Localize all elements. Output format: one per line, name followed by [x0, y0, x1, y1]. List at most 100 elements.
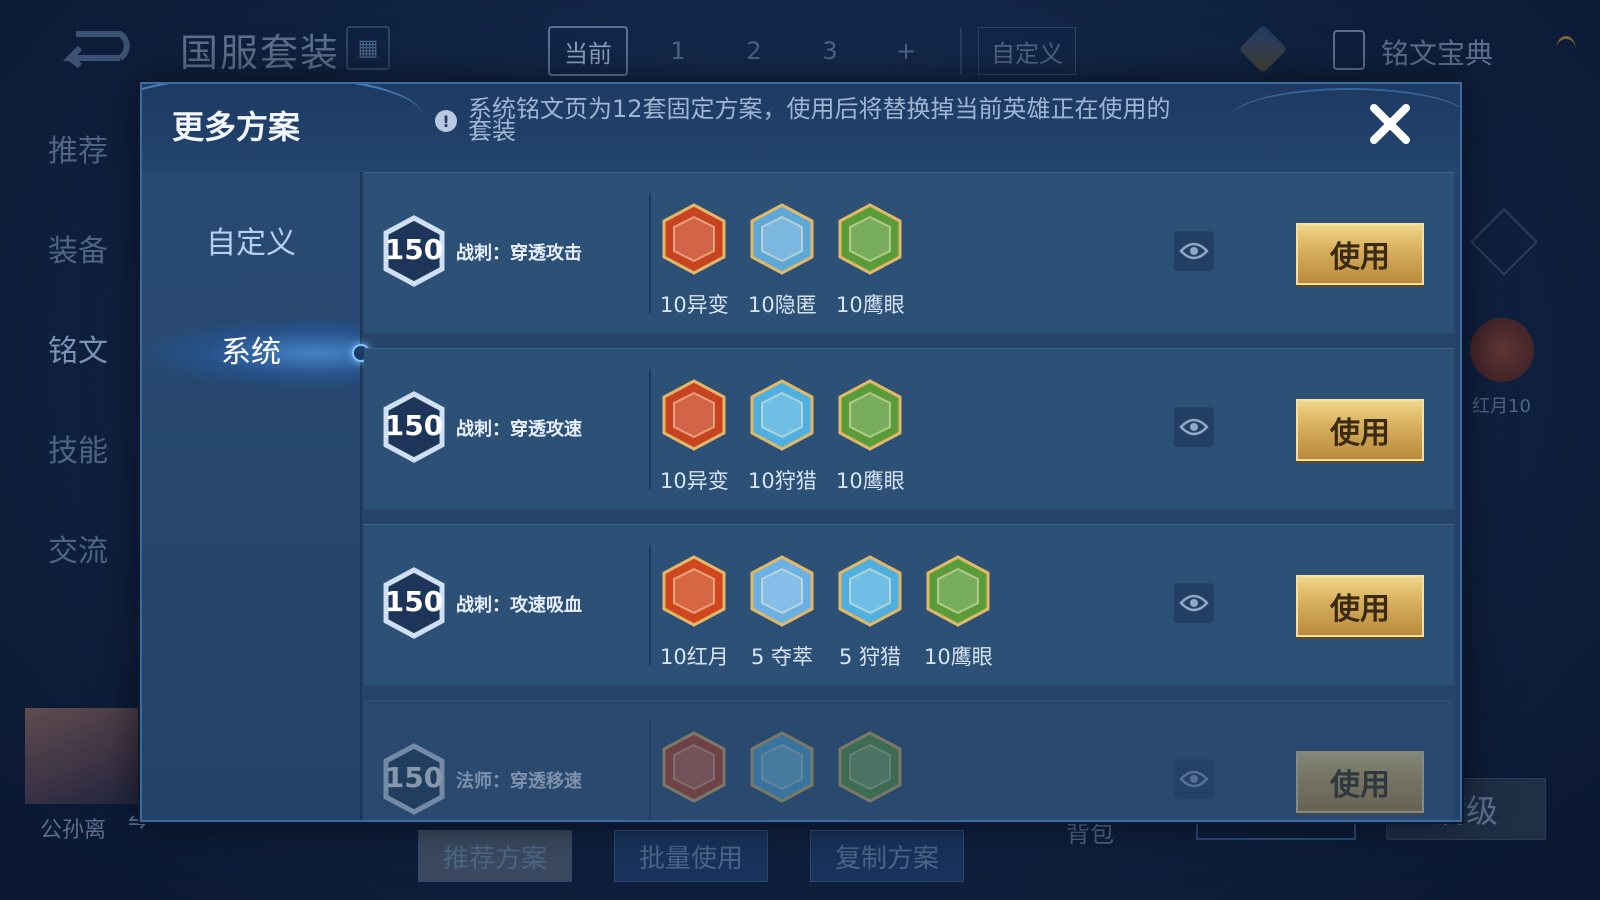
row-divider	[649, 369, 651, 489]
hero-portrait[interactable]	[25, 708, 145, 804]
rune-label: 10异变	[660, 293, 729, 317]
use-plan-button[interactable]: 使用	[1296, 751, 1424, 813]
plan-name: 法师：穿透移速	[456, 771, 582, 792]
rune-book-icon[interactable]	[1333, 30, 1365, 70]
side-nav-equipment[interactable]: 装备	[48, 232, 108, 332]
use-plan-button[interactable]: 使用	[1296, 575, 1424, 637]
tab-custom[interactable]: 自定义	[978, 27, 1076, 75]
right-rune-label: 红月10	[1472, 396, 1531, 417]
rune-shop-icon[interactable]	[1238, 24, 1288, 74]
info-icon: !	[435, 110, 457, 132]
rune-item[interactable]	[836, 731, 904, 817]
rune-gem-icon	[750, 731, 814, 803]
rune-page-tabs: 当前 1 2 3 + 自定义	[548, 26, 1076, 76]
rune-label: 5 狩猎	[838, 645, 902, 669]
level-number: 150	[384, 233, 444, 266]
rune-gem-icon	[662, 203, 726, 275]
rune-gem-icon	[838, 203, 902, 275]
nav-system[interactable]: 系统	[142, 318, 360, 388]
rune-gem-icon	[662, 555, 726, 627]
rune-label: 10隐匿	[748, 293, 817, 317]
level-badge: 150	[382, 391, 446, 463]
rune-label: 10鹰眼	[836, 469, 905, 493]
rune-gem-icon	[838, 555, 902, 627]
plan-name: 战刺：穿透攻速	[456, 419, 582, 440]
tab-divider	[960, 28, 962, 74]
rune-label: 5 夺萃	[750, 645, 814, 669]
rune-item[interactable]: 10鹰眼	[924, 555, 993, 671]
grid-icon[interactable]: ▦	[346, 26, 390, 70]
rune-set: 10红月 5 夺萃 5 狩猎 10鹰眼	[660, 555, 993, 671]
rune-item[interactable]	[748, 731, 816, 817]
rune-gem-icon	[750, 203, 814, 275]
preview-eye-icon[interactable]	[1174, 759, 1214, 799]
tab-add[interactable]: +	[868, 28, 944, 74]
rune-gem-icon	[662, 731, 726, 803]
batch-use-button[interactable]: 批量使用	[614, 830, 768, 882]
preview-eye-icon[interactable]	[1174, 407, 1214, 447]
side-nav: 推荐 装备 铭文 技能 交流	[48, 132, 108, 632]
rune-item[interactable]	[660, 731, 728, 817]
dialog-header: 更多方案 ! 系统铭文页为12套固定方案，使用后将替换掉当前英雄正在使用的套装	[142, 84, 1460, 172]
rune-set: 10异变 10狩猎 10鹰眼	[660, 379, 905, 495]
bottom-actions: 推荐方案 批量使用 复制方案	[418, 830, 964, 882]
decorative-swirl-right	[1230, 88, 1460, 150]
side-nav-runes[interactable]: 铭文	[48, 332, 108, 432]
tab-1[interactable]: 1	[640, 28, 716, 74]
row-divider	[649, 545, 651, 665]
level-number: 150	[384, 761, 444, 794]
use-plan-button[interactable]: 使用	[1296, 399, 1424, 461]
plan-list: 150 战刺：穿透攻击 10异变 10隐匿 10鹰眼 使用 150 战刺：穿透攻…	[364, 172, 1454, 820]
rune-item[interactable]: 10隐匿	[748, 203, 817, 319]
row-divider	[649, 193, 651, 313]
plan-name: 战刺：攻速吸血	[456, 595, 582, 616]
plan-name: 战刺：穿透攻击	[456, 243, 582, 264]
more-plans-dialog: 更多方案 ! 系统铭文页为12套固定方案，使用后将替换掉当前英雄正在使用的套装 …	[140, 82, 1462, 822]
rune-label: 10鹰眼	[836, 293, 905, 317]
tab-current[interactable]: 当前	[548, 26, 628, 76]
close-icon[interactable]	[1362, 96, 1418, 152]
rune-label: 10异变	[660, 469, 729, 493]
preview-eye-icon[interactable]	[1174, 231, 1214, 271]
recommend-plans-button[interactable]: 推荐方案	[418, 830, 572, 882]
rune-item[interactable]: 5 夺萃	[748, 555, 816, 671]
rune-book-label[interactable]: 铭文宝典	[1381, 32, 1493, 72]
tab-2[interactable]: 2	[716, 28, 792, 74]
rune-label: 10红月	[660, 645, 729, 669]
rune-set: 10异变 10隐匿 10鹰眼	[660, 203, 905, 319]
rune-gem-icon	[926, 555, 990, 627]
rune-gem-icon	[838, 731, 902, 803]
rune-item[interactable]: 5 狩猎	[836, 555, 904, 671]
rune-item[interactable]: 10异变	[660, 203, 729, 319]
rune-set	[660, 731, 904, 817]
back-icon[interactable]	[50, 28, 130, 69]
use-plan-button[interactable]: 使用	[1296, 223, 1424, 285]
rune-label: 10狩猎	[748, 469, 817, 493]
copy-plan-button[interactable]: 复制方案	[810, 830, 964, 882]
rune-label: 10鹰眼	[924, 645, 993, 669]
rune-item[interactable]: 10狩猎	[748, 379, 817, 495]
rune-item[interactable]: 10鹰眼	[836, 203, 905, 319]
level-number: 150	[384, 585, 444, 618]
rune-item[interactable]: 10异变	[660, 379, 729, 495]
dialog-notice: 系统铭文页为12套固定方案，使用后将替换掉当前英雄正在使用的套装	[468, 95, 1171, 145]
plan-row: 150 战刺：穿透攻击 10异变 10隐匿 10鹰眼 使用	[364, 172, 1454, 333]
side-nav-recommend[interactable]: 推荐	[48, 132, 108, 232]
level-number: 150	[384, 409, 444, 442]
side-nav-skills[interactable]: 技能	[48, 432, 108, 532]
tab-3[interactable]: 3	[792, 28, 868, 74]
rune-item[interactable]: 10红月	[660, 555, 729, 671]
preview-eye-icon[interactable]	[1174, 583, 1214, 623]
nav-custom[interactable]: 自定义	[142, 218, 360, 262]
side-nav-community[interactable]: 交流	[48, 532, 108, 632]
level-badge: 150	[382, 743, 446, 815]
plan-row: 150 法师：穿透移速 使用	[364, 700, 1454, 820]
dialog-title: 更多方案	[172, 108, 301, 146]
rune-item[interactable]: 10鹰眼	[836, 379, 905, 495]
rune-gem-icon	[662, 379, 726, 451]
plan-category-nav: 自定义 系统	[142, 172, 370, 820]
plan-row: 150 战刺：穿透攻速 10异变 10狩猎 10鹰眼 使用	[364, 348, 1454, 509]
page-title: 国服套装	[180, 31, 341, 75]
rune-gem-icon	[838, 379, 902, 451]
list-icon[interactable]	[1470, 208, 1538, 276]
